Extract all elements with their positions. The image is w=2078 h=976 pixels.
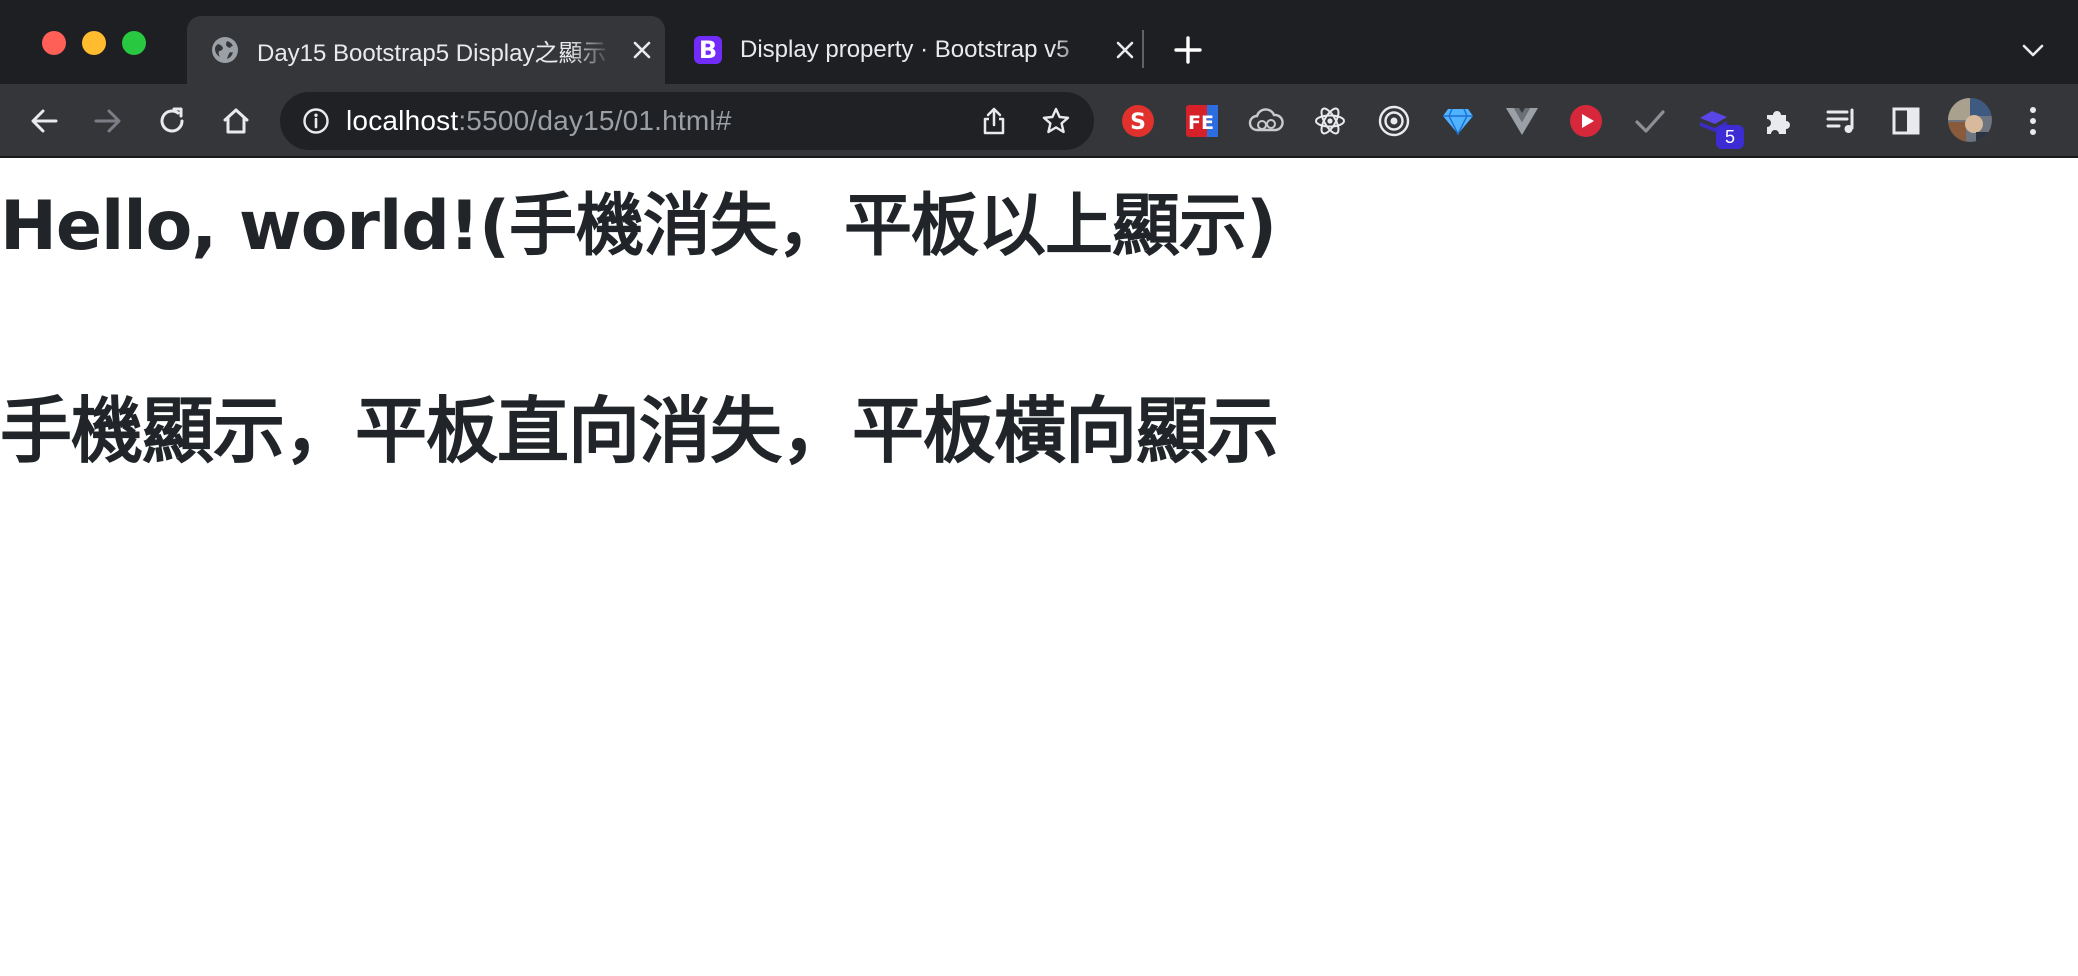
s-extension-icon[interactable]: S [1120,103,1156,139]
forward-button[interactable] [88,101,128,141]
tab-divider [1142,30,1144,68]
target-extension-icon[interactable] [1376,103,1412,139]
tab-day15[interactable]: Day15 Bootstrap5 Display之顯示 [187,16,665,84]
reading-list-icon[interactable] [1824,103,1860,139]
window-maximize-button[interactable] [122,31,146,55]
arrow-left-icon [31,109,58,133]
bookmark-star-icon[interactable] [1040,105,1072,137]
share-icon[interactable] [978,105,1010,137]
window-close-button[interactable] [42,31,66,55]
url-path: :5500/day15/01.html# [458,105,732,136]
tab-search-button[interactable] [2018,36,2048,66]
svg-text:FE: FE [1188,112,1214,134]
window-minimize-button[interactable] [82,31,106,55]
url-text: localhost:5500/day15/01.html# [346,105,732,137]
tab-close-icon[interactable] [1111,36,1139,64]
heading-mobile-display: 手機顯示，平板直向消失，平板橫向顯示 [0,389,1279,473]
youtube-play-icon[interactable] [1568,103,1604,139]
arrow-right-icon [94,109,121,133]
reload-icon [160,107,184,133]
back-button[interactable] [24,101,64,141]
tab-title: Day15 Bootstrap5 Display之顯示 [257,39,607,67]
tab-bootstrap-docs[interactable]: B Display property · Bootstrap v5 [670,16,1140,84]
tab-strip: Day15 Bootstrap5 Display之顯示 B Display pr… [0,0,2078,84]
site-info-icon[interactable] [300,105,332,137]
gem-extension-icon[interactable] [1440,103,1476,139]
globe-icon [212,37,238,63]
tab-close-icon[interactable] [628,36,656,64]
chevron-down-icon [2022,44,2044,57]
svg-text:S: S [1130,110,1146,135]
puzzle-extensions-icon[interactable] [1760,103,1796,139]
home-icon [223,108,249,134]
react-devtools-icon[interactable] [1312,103,1348,139]
extension-badge: 5 [1716,125,1744,149]
new-tab-button[interactable] [1170,32,1206,68]
reload-button[interactable] [152,101,192,141]
home-button[interactable] [216,101,256,141]
cloud-extension-icon[interactable] [1248,103,1284,139]
browser-menu-button[interactable] [2015,103,2051,139]
vue-devtools-icon[interactable] [1504,103,1540,139]
more-vert-icon [2030,107,2036,135]
profile-avatar[interactable] [1948,98,1992,142]
heading-hello-world: Hello, world!(手機消失，平板以上顯示) [0,187,1277,266]
tab-title: Display property · Bootstrap v5 [740,36,1070,63]
side-panel-icon[interactable] [1888,103,1924,139]
bootstrap-icon: B [694,36,722,64]
address-bar[interactable]: localhost:5500/day15/01.html# [280,92,1094,150]
checkmark-extension-icon[interactable] [1632,103,1668,139]
url-host: localhost [346,105,459,136]
plus-icon [1174,36,1202,64]
fe-extension-icon[interactable]: FE [1184,103,1220,139]
page-content: Hello, world!(手機消失，平板以上顯示) 手機顯示，平板直向消失，平… [0,160,2078,976]
